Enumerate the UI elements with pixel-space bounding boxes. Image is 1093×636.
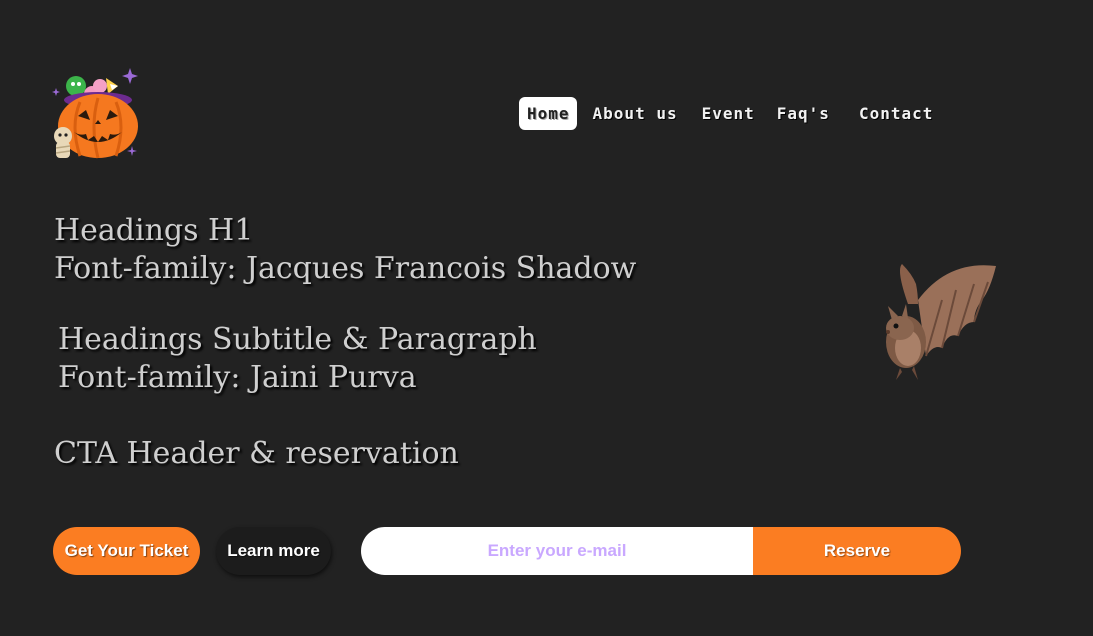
h1-title-line: Headings H1 (54, 213, 254, 248)
reserve-button[interactable]: Reserve (753, 527, 961, 575)
pumpkin-logo-icon[interactable] (50, 64, 142, 160)
email-input[interactable] (361, 527, 753, 575)
nav-item-home[interactable]: Home (519, 97, 577, 130)
subtitle-font-line: Font-family: Jaini Purva (58, 360, 417, 395)
nav-item-faqs[interactable]: Faq's (769, 97, 838, 130)
reservation-form: Reserve (361, 527, 961, 575)
learn-more-button[interactable]: Learn more (216, 527, 331, 575)
heading-h1-sample: Headings H1 Font-family: Jacques Francoi… (54, 212, 636, 288)
subtitle-sample: Headings Subtitle & Paragraph Font-famil… (58, 321, 537, 397)
main-nav: Home About us Event Faq's Contact (519, 97, 941, 130)
get-ticket-button[interactable]: Get Your Ticket (53, 527, 200, 575)
h1-font-line: Font-family: Jacques Francois Shadow (54, 251, 637, 286)
nav-item-about-us[interactable]: About us (585, 97, 686, 130)
nav-item-contact[interactable]: Contact (851, 97, 941, 130)
page: Home About us Event Faq's Contact Headin… (0, 0, 1093, 636)
nav-item-event[interactable]: Event (694, 97, 763, 130)
bat-icon (886, 264, 996, 380)
subtitle-title-line: Headings Subtitle & Paragraph (58, 322, 537, 357)
cta-header-sample: CTA Header & reservation (54, 436, 459, 471)
